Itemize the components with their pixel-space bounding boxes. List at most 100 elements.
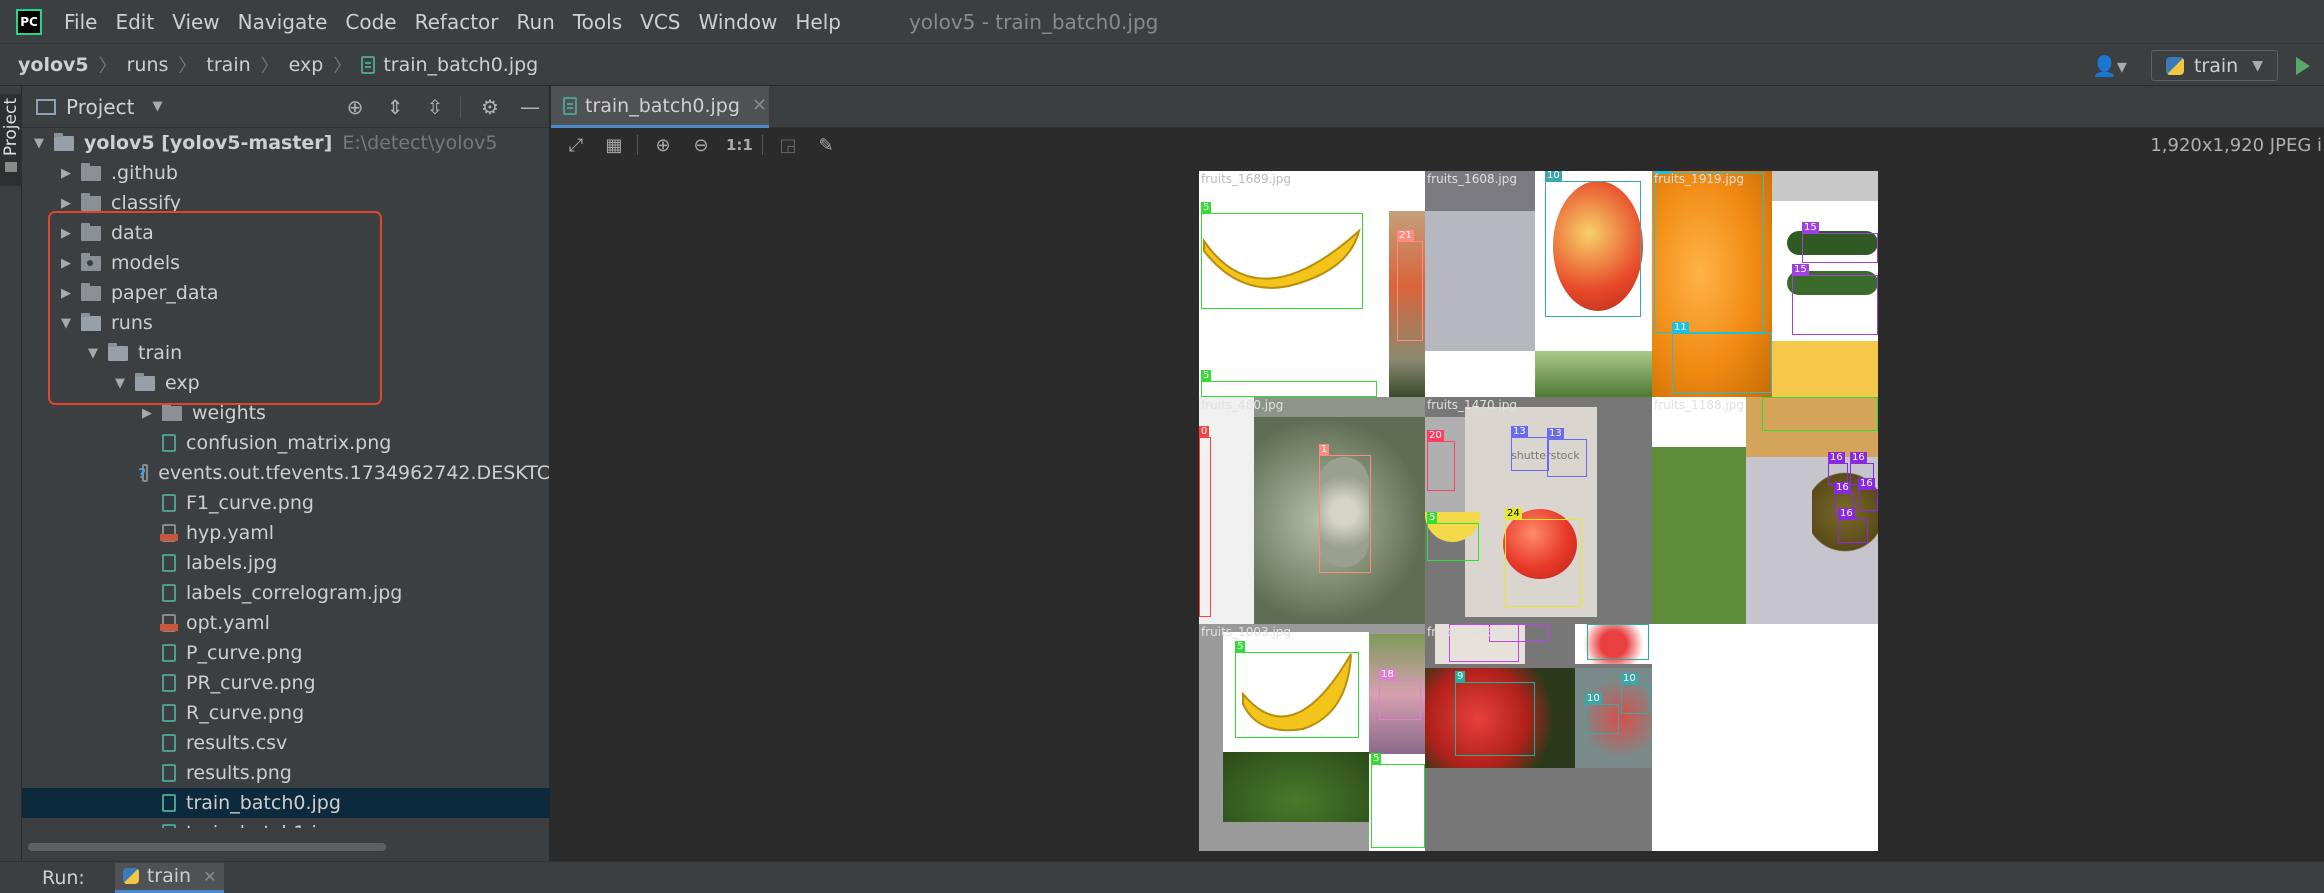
bbox-class-tag: 9 <box>1587 624 1598 625</box>
tree-item[interactable]: opt.yaml <box>22 608 550 638</box>
bounding-box: 1 <box>1319 444 1371 573</box>
collapse-all-icon[interactable]: ⇳ <box>424 95 446 119</box>
image-file-icon <box>162 494 176 512</box>
tree-item[interactable]: train_batch1.jpg <box>22 818 550 828</box>
run-icon[interactable] <box>2296 56 2310 75</box>
menu-refactor[interactable]: Refactor <box>415 10 499 34</box>
tree-item[interactable]: ▼ runs <box>22 308 550 338</box>
tree-item[interactable]: results.png <box>22 758 550 788</box>
menu-code[interactable]: Code <box>345 10 396 34</box>
menu-tools[interactable]: Tools <box>573 10 622 34</box>
project-tool-window-tab[interactable]: Project <box>0 94 22 186</box>
breadcrumb-exp[interactable]: exp <box>289 54 324 76</box>
bounding-box: 16 <box>1858 478 1878 511</box>
image-toolbar: ⤢ ▦ ⊕ ⊖ 1:1 ◲ ✎ 1,920x1,920 JPEG i <box>551 128 2324 162</box>
tree-item-label: runs <box>111 312 153 334</box>
bbox-class-tag: 18 <box>1379 669 1396 681</box>
menu-run[interactable]: Run <box>517 10 555 34</box>
tree-item-label: P_curve.png <box>186 642 303 664</box>
run-tab-train[interactable]: train ✕ <box>114 862 225 893</box>
tree-item[interactable]: P_curve.png <box>22 638 550 668</box>
color-picker-icon[interactable]: ✎ <box>813 135 839 156</box>
chevron-down-icon[interactable]: ▼ <box>57 316 75 331</box>
close-icon[interactable]: ✕ <box>203 867 216 886</box>
actual-size-button[interactable]: 1:1 <box>726 136 753 154</box>
bbox-class-tag: 21 <box>1397 230 1414 242</box>
tree-item[interactable]: events.out.tfevents.1734962742.DESKTC <box>22 458 550 488</box>
tree-item[interactable]: ▶ classify <box>22 188 550 218</box>
chevron-down-icon[interactable]: ▼ <box>30 136 48 151</box>
zoom-out-icon[interactable]: ⊖ <box>688 135 714 156</box>
tile-filename: fruits_1689.jpg <box>1201 172 1291 186</box>
folder-icon <box>81 252 101 271</box>
run-configuration-select[interactable]: train ▼ <box>2150 50 2278 81</box>
tree-item[interactable]: ▶ .github <box>22 158 550 188</box>
breadcrumb-file[interactable]: train_batch0.jpg <box>361 54 538 76</box>
close-icon[interactable]: ✕ <box>752 95 767 116</box>
background-toggle-icon[interactable]: ◲ <box>775 135 801 156</box>
menu-view[interactable]: View <box>172 10 219 34</box>
tree-item[interactable]: ▶ paper_data <box>22 278 550 308</box>
tree-item-label: PR_curve.png <box>186 672 316 694</box>
chevron-down-icon[interactable]: ▼ <box>111 376 129 391</box>
chevron-right-icon[interactable]: ▶ <box>57 286 75 301</box>
zoom-in-icon[interactable]: ⊕ <box>650 135 676 156</box>
tree-item[interactable]: ▼ train <box>22 338 550 368</box>
menu-vcs[interactable]: VCS <box>640 10 680 34</box>
menu-help[interactable]: Help <box>795 10 841 34</box>
image-info: 1,920x1,920 JPEG i <box>2150 134 2322 156</box>
tree-item[interactable]: results.csv <box>22 728 550 758</box>
tree-item[interactable]: confusion_matrix.png <box>22 428 550 458</box>
minimize-icon[interactable]: — <box>519 95 541 119</box>
bounding-box <box>1762 397 1878 431</box>
navigation-bar: yolov5 〉 runs 〉 train 〉 exp 〉 train_batc… <box>0 43 2324 86</box>
tree-item-label: labels.jpg <box>186 552 278 574</box>
horizontal-scrollbar[interactable] <box>28 843 386 851</box>
tree-item[interactable]: labels_correlogram.jpg <box>22 578 550 608</box>
menu-edit[interactable]: Edit <box>115 10 154 34</box>
fit-to-window-icon[interactable]: ⤢ <box>563 135 589 156</box>
tile-filename: fruits_1003.jpg <box>1201 625 1291 639</box>
chevron-right-icon[interactable]: ▶ <box>57 166 75 181</box>
bbox-class-tag: 5 <box>1427 512 1438 524</box>
tree-item-label: classify <box>111 192 182 214</box>
image-file-icon <box>361 55 376 74</box>
folder-icon <box>81 192 101 211</box>
breadcrumb-runs[interactable]: runs <box>127 54 169 76</box>
tree-item[interactable]: PR_curve.png <box>22 668 550 698</box>
tree-item[interactable]: train_batch0.jpg <box>22 788 550 818</box>
chevron-right-icon[interactable]: ▶ <box>57 256 75 271</box>
breadcrumb-yolov5[interactable]: yolov5 <box>18 54 89 76</box>
bounding-box: 16 <box>1838 508 1868 543</box>
user-account-icon[interactable]: 👤▾ <box>2092 54 2127 78</box>
tree-item[interactable]: F1_curve.png <box>22 488 550 518</box>
tree-item[interactable]: ▶ weights <box>22 398 550 428</box>
chevron-down-icon[interactable]: ▼ <box>84 346 102 361</box>
tree-item[interactable]: R_curve.png <box>22 698 550 728</box>
project-panel-title[interactable]: Project <box>66 95 134 119</box>
menu-navigate[interactable]: Navigate <box>238 10 328 34</box>
gear-icon[interactable]: ⚙ <box>479 95 501 119</box>
chevron-right-icon[interactable]: ▶ <box>57 196 75 211</box>
tab-train-batch0[interactable]: train_batch0.jpg ✕ <box>551 86 769 128</box>
folder-icon <box>54 132 74 151</box>
run-configuration-label: train <box>2193 54 2239 77</box>
chevron-down-icon[interactable]: ▼ <box>152 99 162 114</box>
folder-icon <box>162 402 182 421</box>
chevron-right-icon[interactable]: ▶ <box>57 226 75 241</box>
chevron-right-icon[interactable]: ▶ <box>138 406 156 421</box>
locate-file-icon[interactable]: ⊕ <box>344 95 366 119</box>
menu-window[interactable]: Window <box>698 10 777 34</box>
expand-all-icon[interactable]: ⇕ <box>384 95 406 119</box>
tree-item[interactable]: ▶ data <box>22 218 550 248</box>
tree-item[interactable]: hyp.yaml <box>22 518 550 548</box>
tree-item[interactable]: ▼ exp <box>22 368 550 398</box>
tree-item[interactable]: labels.jpg <box>22 548 550 578</box>
tree-item[interactable]: ▶ models <box>22 248 550 278</box>
breadcrumb-separator-icon: 〉 <box>260 55 279 77</box>
breadcrumb-train[interactable]: train <box>206 54 250 76</box>
tree-item[interactable]: ▼ yolov5 [yolov5-master] E:\detect\yolov5 <box>22 128 550 158</box>
grid-icon[interactable]: ▦ <box>601 135 627 156</box>
menu-file[interactable]: File <box>64 10 97 34</box>
project-panel-toolbar: ⊕ ⇕ ⇳ ⚙ — <box>326 86 541 128</box>
